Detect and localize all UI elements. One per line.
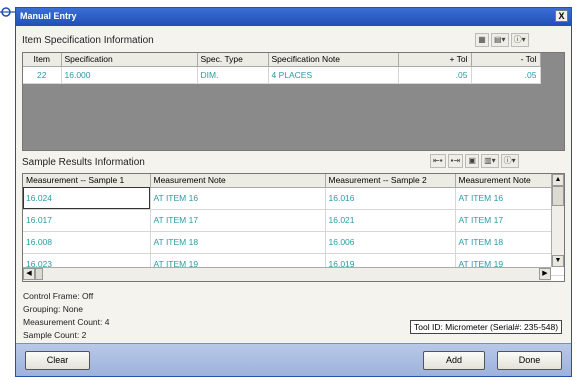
sample-results-toolbar: ⇤▪ ▪⇥ ▣ ▥▾ ⓘ▾ — [430, 154, 519, 168]
grouping-label: Grouping: None — [23, 304, 84, 314]
col-header-minus-tol[interactable]: - Tol — [471, 53, 541, 67]
table-row[interactable]: 16.017 AT ITEM 17 16.021 AT ITEM 17 — [23, 209, 564, 232]
cell-measurement-sample-1[interactable]: 16.017 — [23, 209, 151, 232]
cell-measurement-note[interactable]: AT ITEM 17 — [150, 209, 326, 232]
done-button[interactable]: Done — [497, 351, 562, 370]
table-row[interactable]: 16.008 AT ITEM 18 16.006 AT ITEM 18 — [23, 231, 564, 254]
col-header-plus-tol[interactable]: + Tol — [398, 53, 472, 67]
cell-measurement-sample-2[interactable]: 16.006 — [325, 231, 456, 254]
columns-dropdown-icon[interactable]: ▤▾ — [491, 33, 509, 47]
sample-results-grid: Measurement -- Sample 1 Measurement Note… — [22, 173, 565, 282]
expand-columns-icon[interactable]: ⇤▪ — [430, 154, 446, 168]
manual-entry-dialog: Manual Entry X Item Specification Inform… — [15, 7, 572, 377]
table-row[interactable]: 22 16.000 DIM. 4 PLACES .05 .05 — [23, 66, 541, 84]
item-spec-header-row: Item Specification Spec. Type Specificat… — [23, 53, 541, 67]
col-header-specification-note[interactable]: Specification Note — [268, 53, 399, 67]
cell-specification-note[interactable]: 4 PLACES — [268, 66, 399, 84]
item-spec-grid: Item Specification Spec. Type Specificat… — [22, 52, 565, 151]
help-dropdown-icon[interactable]: ⓘ▾ — [500, 154, 519, 168]
item-spec-toolbar: ▦ ▤▾ ⓘ▾ — [475, 33, 529, 47]
layout-dropdown-icon[interactable]: ▥▾ — [481, 154, 499, 168]
scroll-thumb-horizontal[interactable] — [35, 268, 43, 280]
save-icon[interactable]: ▣ — [465, 154, 480, 168]
cell-spec-type[interactable]: DIM. — [197, 66, 269, 84]
clear-button[interactable]: Clear — [25, 351, 90, 370]
scroll-thumb[interactable] — [552, 186, 564, 206]
tool-id-field: Tool ID: Micrometer (Serial#: 235-548) — [410, 320, 562, 334]
vertical-scrollbar[interactable]: ▲ ▼ — [551, 174, 564, 267]
col-header-measurement-sample-1[interactable]: Measurement -- Sample 1 — [23, 174, 151, 188]
dialog-footer: Clear Add Done — [16, 343, 571, 376]
title-bar: Manual Entry X — [16, 8, 571, 26]
cell-measurement-sample-2[interactable]: 16.016 — [325, 187, 456, 210]
cell-measurement-sample-1[interactable]: 16.024 — [23, 187, 151, 210]
col-header-spec-type[interactable]: Spec. Type — [197, 53, 269, 67]
cell-measurement-note[interactable]: AT ITEM 18 — [150, 231, 326, 254]
pin-marker-icon — [0, 7, 16, 17]
col-header-specification[interactable]: Specification — [61, 53, 198, 67]
cell-measurement-sample-1[interactable]: 16.008 — [23, 231, 151, 254]
scroll-left-icon[interactable]: ◀ — [23, 268, 35, 280]
cell-item[interactable]: 22 — [23, 66, 62, 84]
cell-measurement-note[interactable]: AT ITEM 16 — [150, 187, 326, 210]
collapse-columns-icon[interactable]: ▪⇥ — [447, 154, 464, 168]
cell-measurement-note[interactable]: AT ITEM 18 — [455, 231, 564, 254]
cell-specification[interactable]: 16.000 — [61, 66, 198, 84]
close-button[interactable]: X — [555, 10, 568, 22]
grid-icon[interactable]: ▦ — [475, 33, 489, 47]
horizontal-scrollbar[interactable]: ◀ ▶ — [23, 267, 551, 281]
sample-results-header-row: Measurement -- Sample 1 Measurement Note… — [23, 174, 564, 188]
col-header-measurement-note-2[interactable]: Measurement Note — [455, 174, 564, 188]
scroll-up-icon[interactable]: ▲ — [552, 174, 564, 186]
cell-measurement-note[interactable]: AT ITEM 16 — [455, 187, 564, 210]
sample-count-label: Sample Count: 2 — [23, 330, 87, 340]
help-dropdown-icon[interactable]: ⓘ▾ — [510, 33, 529, 47]
add-button[interactable]: Add — [423, 351, 485, 370]
col-header-measurement-note-1[interactable]: Measurement Note — [150, 174, 326, 188]
scroll-down-icon[interactable]: ▼ — [552, 255, 564, 267]
sample-results-title: Sample Results Information — [22, 157, 145, 168]
window-title: Manual Entry — [20, 11, 77, 21]
cell-plus-tol[interactable]: .05 — [398, 66, 472, 84]
control-frame-label: Control Frame: Off — [23, 291, 94, 301]
table-row[interactable]: 16.024 AT ITEM 16 16.016 AT ITEM 16 — [23, 187, 564, 210]
cell-minus-tol[interactable]: .05 — [471, 66, 541, 84]
cell-measurement-sample-2[interactable]: 16.021 — [325, 209, 456, 232]
col-header-measurement-sample-2[interactable]: Measurement -- Sample 2 — [325, 174, 456, 188]
scroll-right-icon[interactable]: ▶ — [539, 268, 551, 280]
measurement-count-label: Measurement Count: 4 — [23, 317, 110, 327]
item-spec-title: Item Specification Information — [22, 35, 154, 46]
col-header-item[interactable]: Item — [23, 53, 62, 67]
cell-measurement-note[interactable]: AT ITEM 17 — [455, 209, 564, 232]
